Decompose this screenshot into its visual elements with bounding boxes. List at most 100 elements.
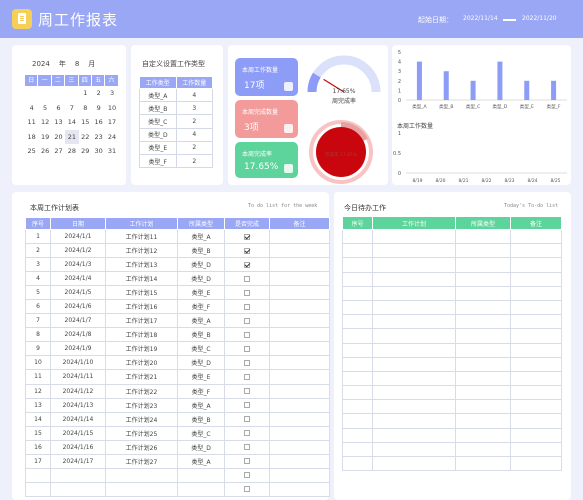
completion-checkbox[interactable]	[244, 303, 250, 310]
calendar-day[interactable]: 3	[105, 86, 118, 101]
calendar-day[interactable]: 1	[79, 86, 92, 101]
plan-note-cell[interactable]	[269, 257, 330, 273]
calendar-day[interactable]: 4	[25, 101, 38, 116]
todo-cell[interactable]	[455, 342, 511, 358]
completion-checkbox[interactable]	[244, 402, 250, 409]
completion-checkbox[interactable]	[244, 416, 250, 423]
calendar-year[interactable]: 2024	[32, 60, 50, 68]
todo-cell[interactable]	[372, 328, 456, 344]
todo-cell[interactable]	[510, 271, 562, 287]
calendar-day[interactable]: 12	[38, 115, 51, 130]
todo-cell[interactable]	[372, 271, 456, 287]
todo-cell[interactable]	[510, 314, 562, 330]
todo-cell[interactable]	[510, 385, 562, 401]
todo-cell[interactable]	[510, 257, 562, 273]
plan-note-cell[interactable]	[269, 327, 330, 343]
todo-cell[interactable]	[510, 328, 562, 344]
todo-cell[interactable]	[372, 370, 456, 387]
plan-note-cell[interactable]	[269, 453, 330, 469]
todo-cell[interactable]	[455, 356, 511, 372]
todo-cell[interactable]	[455, 328, 511, 344]
todo-cell[interactable]	[372, 356, 456, 372]
calendar-day[interactable]: 18	[25, 130, 38, 145]
plan-note-cell[interactable]	[269, 481, 330, 497]
todo-cell[interactable]	[372, 228, 456, 245]
todo-cell[interactable]	[510, 342, 562, 358]
todo-cell[interactable]	[455, 413, 511, 429]
todo-cell[interactable]	[342, 413, 373, 429]
todo-cell[interactable]	[372, 385, 456, 401]
calendar-day[interactable]: 29	[79, 144, 92, 159]
completion-checkbox[interactable]	[244, 458, 250, 465]
todo-cell[interactable]	[510, 399, 562, 415]
todo-cell[interactable]	[372, 257, 456, 273]
todo-cell[interactable]	[342, 228, 373, 245]
todo-cell[interactable]	[455, 285, 511, 301]
todo-cell[interactable]	[510, 356, 562, 372]
calendar-day[interactable]: 24	[105, 130, 118, 145]
todo-cell[interactable]	[455, 427, 511, 443]
plan-note-cell[interactable]	[269, 341, 330, 357]
plan-note-cell[interactable]	[269, 397, 330, 413]
todo-cell[interactable]	[510, 370, 562, 387]
completion-checkbox[interactable]	[244, 317, 250, 324]
todo-cell[interactable]	[372, 285, 456, 301]
plan-note-cell[interactable]	[269, 228, 330, 245]
calendar-day[interactable]: 19	[38, 130, 51, 145]
calendar-day[interactable]: 13	[52, 115, 65, 130]
completion-checkbox[interactable]	[244, 430, 250, 437]
calendar-day[interactable]: 23	[92, 130, 105, 145]
todo-cell[interactable]	[342, 271, 373, 287]
todo-cell[interactable]	[372, 299, 456, 316]
todo-cell[interactable]	[510, 285, 562, 301]
todo-cell[interactable]	[342, 299, 373, 316]
calendar-day[interactable]: 10	[105, 101, 118, 116]
todo-cell[interactable]	[372, 314, 456, 330]
todo-cell[interactable]	[372, 243, 456, 259]
todo-cell[interactable]	[372, 413, 456, 429]
completion-checkbox[interactable]	[244, 331, 250, 338]
todo-cell[interactable]	[342, 399, 373, 415]
plan-note-cell[interactable]	[269, 285, 330, 301]
completion-checkbox[interactable]	[244, 359, 250, 366]
todo-cell[interactable]	[510, 299, 562, 316]
plan-note-cell[interactable]	[269, 411, 330, 427]
todo-cell[interactable]	[342, 314, 373, 330]
plan-note-cell[interactable]	[269, 313, 330, 329]
calendar-day[interactable]: 20	[52, 130, 65, 145]
todo-cell[interactable]	[342, 385, 373, 401]
todo-cell[interactable]	[342, 356, 373, 372]
todo-cell[interactable]	[510, 228, 562, 245]
todo-cell[interactable]	[455, 399, 511, 415]
calendar-day[interactable]: 21	[65, 129, 79, 144]
todo-cell[interactable]	[455, 455, 511, 472]
todo-cell[interactable]	[455, 441, 511, 458]
completion-checkbox[interactable]	[244, 289, 250, 296]
plan-note-cell[interactable]	[269, 439, 330, 455]
todo-cell[interactable]	[510, 455, 562, 472]
todo-cell[interactable]	[372, 399, 456, 415]
calendar-day[interactable]: 17	[105, 115, 118, 130]
calendar-day[interactable]: 7	[65, 101, 78, 116]
completion-checkbox[interactable]	[244, 472, 250, 479]
calendar-day[interactable]: 30	[92, 144, 105, 159]
calendar-day[interactable]: 15	[79, 115, 92, 130]
completion-checkbox[interactable]	[244, 261, 250, 268]
plan-note-cell[interactable]	[269, 355, 330, 371]
todo-cell[interactable]	[455, 314, 511, 330]
plan-note-cell[interactable]	[269, 243, 330, 259]
todo-cell[interactable]	[342, 455, 373, 472]
plan-note-cell[interactable]	[269, 383, 330, 399]
todo-cell[interactable]	[455, 370, 511, 387]
calendar-day[interactable]: 31	[105, 144, 118, 159]
calendar-day[interactable]: 16	[92, 115, 105, 130]
todo-cell[interactable]	[342, 285, 373, 301]
todo-cell[interactable]	[372, 441, 456, 458]
todo-cell[interactable]	[342, 370, 373, 387]
plan-note-cell[interactable]	[269, 369, 330, 385]
todo-cell[interactable]	[342, 328, 373, 344]
calendar-day[interactable]: 9	[92, 101, 105, 116]
todo-cell[interactable]	[455, 385, 511, 401]
completion-checkbox[interactable]	[244, 247, 250, 254]
calendar-day[interactable]: 2	[92, 86, 105, 101]
